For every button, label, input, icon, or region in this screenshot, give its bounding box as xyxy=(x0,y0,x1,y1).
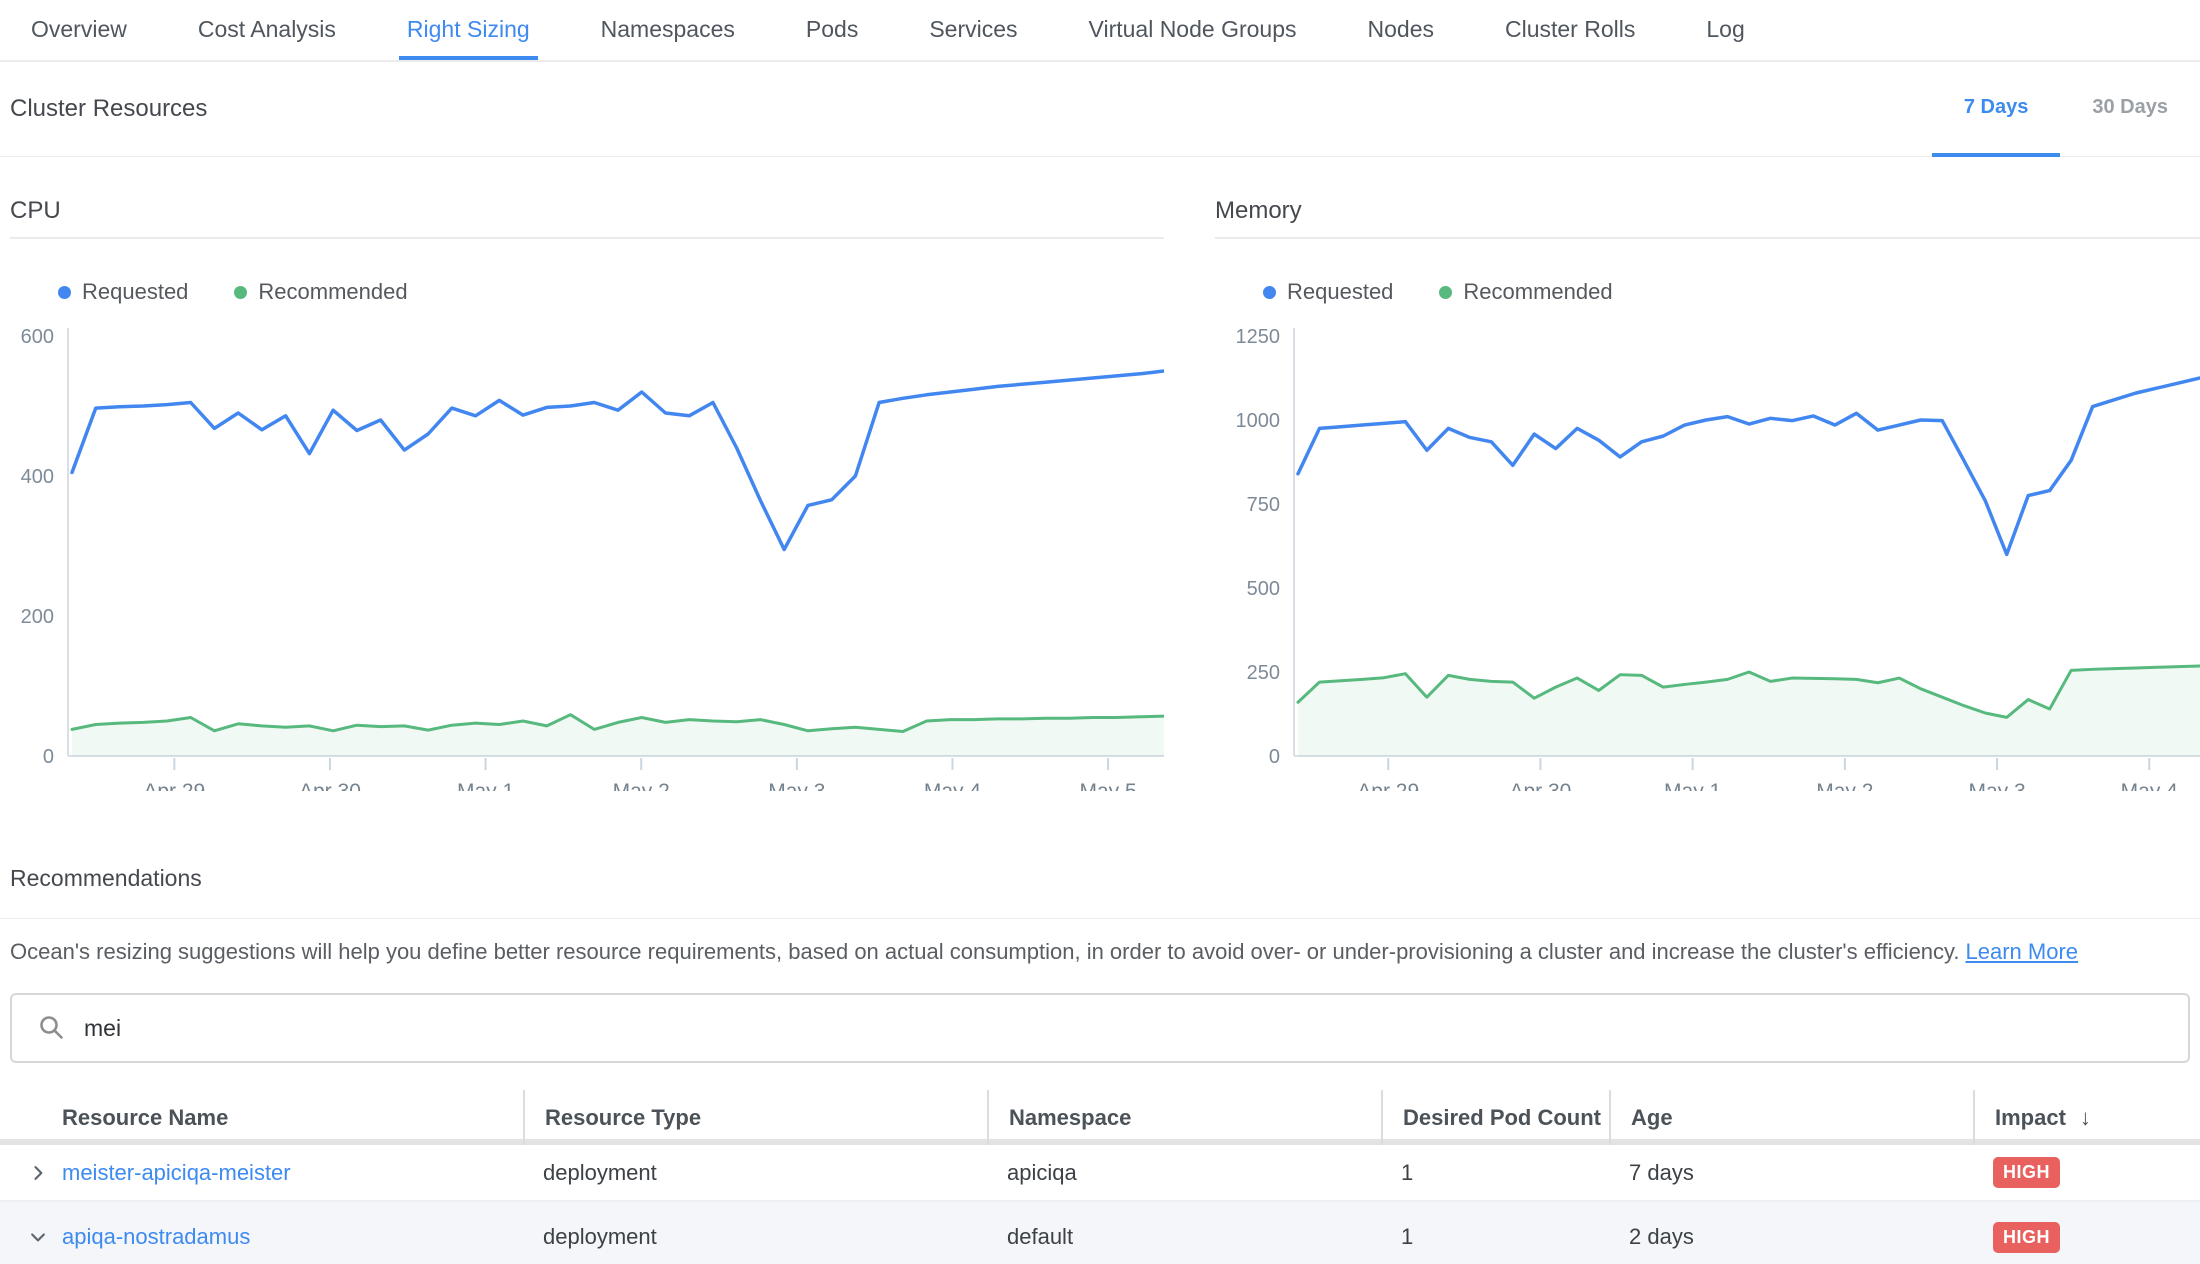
resource-name-cell: meister-apiciqa-meister xyxy=(0,1160,523,1186)
range-tabs: 7 Days30 Days xyxy=(1932,62,2200,157)
impact-cell: HIGH xyxy=(1973,1222,2200,1253)
namespace-cell: apiciqa xyxy=(987,1160,1381,1186)
table-row[interactable]: meister-apiciqa-meister deploymentapiciqa… xyxy=(0,1145,2200,1202)
impact-badge: HIGH xyxy=(1993,1222,2060,1253)
table-row[interactable]: apiqa-nostradamus deploymentdefault12 day… xyxy=(0,1202,2200,1264)
tab-nodes[interactable]: Nodes xyxy=(1360,0,1442,60)
legend-item-recommended: Recommended xyxy=(234,279,407,305)
svg-text:Apr 29: Apr 29 xyxy=(1357,780,1419,791)
range-tab-30-days[interactable]: 30 Days xyxy=(2060,62,2200,157)
resource-name-link[interactable]: apiqa-nostradamus xyxy=(62,1224,250,1250)
col-resource-type: Resource Type xyxy=(523,1090,987,1145)
description-text: Ocean's resizing suggestions will help y… xyxy=(10,939,1960,964)
table-header: Resource Name Resource Type Namespace De… xyxy=(0,1090,2200,1145)
recommendations-table: Resource Name Resource Type Namespace De… xyxy=(0,1090,2200,1264)
legend-label: Recommended xyxy=(258,279,407,305)
svg-text:May 1: May 1 xyxy=(1664,780,1721,791)
svg-text:200: 200 xyxy=(21,606,54,628)
recommended-dot-icon xyxy=(1439,286,1452,299)
requested-dot-icon xyxy=(1263,286,1276,299)
recommended-dot-icon xyxy=(234,286,247,299)
cluster-resources-header: Cluster Resources 7 Days30 Days xyxy=(0,62,2200,157)
legend-item-requested: Requested xyxy=(58,279,188,305)
impact-badge: HIGH xyxy=(1993,1157,2060,1188)
svg-text:May 3: May 3 xyxy=(1968,780,2025,791)
chevron-down-icon[interactable] xyxy=(28,1227,48,1247)
svg-text:500: 500 xyxy=(1247,578,1280,600)
memory-chart-title: Memory xyxy=(1215,197,2200,239)
tab-virtual-node-groups[interactable]: Virtual Node Groups xyxy=(1081,0,1305,60)
svg-text:0: 0 xyxy=(43,746,54,768)
svg-text:May 3: May 3 xyxy=(768,780,825,791)
resource-type-cell: deployment xyxy=(523,1160,987,1186)
svg-text:1000: 1000 xyxy=(1236,410,1281,432)
age-cell: 7 days xyxy=(1609,1160,1973,1186)
search-input[interactable] xyxy=(84,1015,2188,1042)
svg-text:Apr 30: Apr 30 xyxy=(1509,780,1571,791)
legend-label: Requested xyxy=(1287,279,1393,305)
range-tab-7-days[interactable]: 7 Days xyxy=(1932,62,2061,157)
chevron-right-icon[interactable] xyxy=(28,1163,48,1183)
recommendations-title: Recommendations xyxy=(10,865,2200,892)
tab-right-sizing[interactable]: Right Sizing xyxy=(399,0,538,60)
learn-more-link[interactable]: Learn More xyxy=(1966,939,2079,964)
svg-text:600: 600 xyxy=(21,326,54,348)
col-resource-name: Resource Name xyxy=(0,1090,523,1145)
legend-label: Requested xyxy=(82,279,188,305)
col-namespace: Namespace xyxy=(987,1090,1381,1145)
tab-cost-analysis[interactable]: Cost Analysis xyxy=(190,0,344,60)
recommendations-header: Recommendations xyxy=(0,865,2200,919)
charts-row: CPU Requested Recommended 0 200 400 600 Apr … xyxy=(10,197,2200,791)
tab-overview[interactable]: Overview xyxy=(23,0,135,60)
tab-log[interactable]: Log xyxy=(1698,0,1752,60)
svg-text:400: 400 xyxy=(21,466,54,488)
tab-namespaces[interactable]: Namespaces xyxy=(593,0,743,60)
svg-text:Apr 30: Apr 30 xyxy=(299,780,361,791)
legend-item-recommended: Recommended xyxy=(1439,279,1612,305)
tab-cluster-rolls[interactable]: Cluster Rolls xyxy=(1497,0,1643,60)
col-impact: Impact ↓ xyxy=(1973,1090,2200,1145)
desired-pod-count-cell: 1 xyxy=(1381,1160,1609,1186)
cpu-legend: Requested Recommended xyxy=(58,279,1164,305)
namespace-cell: default xyxy=(987,1224,1381,1250)
desired-pod-count-cell: 1 xyxy=(1381,1224,1609,1250)
resource-type-cell: deployment xyxy=(523,1224,987,1250)
svg-text:250: 250 xyxy=(1247,662,1280,684)
search-icon xyxy=(38,1014,66,1042)
svg-text:Apr 29: Apr 29 xyxy=(143,780,205,791)
top-nav: Overview Cost Analysis Right Sizing Namespa… xyxy=(0,0,2200,62)
resource-name-link[interactable]: meister-apiciqa-meister xyxy=(62,1160,291,1186)
age-cell: 2 days xyxy=(1609,1224,1973,1250)
impact-cell: HIGH xyxy=(1973,1157,2200,1188)
svg-text:750: 750 xyxy=(1247,494,1280,516)
svg-text:May 5: May 5 xyxy=(1080,780,1137,791)
memory-panel: Memory Requested Recommended 0 250 500 750 1… xyxy=(1215,197,2200,791)
svg-text:0: 0 xyxy=(1269,746,1280,768)
page-title: Cluster Resources xyxy=(10,95,207,123)
resource-name-cell: apiqa-nostradamus xyxy=(0,1224,523,1250)
memory-legend: Requested Recommended xyxy=(1263,279,2200,305)
svg-text:May 2: May 2 xyxy=(613,780,670,791)
tab-services[interactable]: Services xyxy=(921,0,1025,60)
table-body: meister-apiciqa-meisterdeploymentapiciqa… xyxy=(0,1145,2200,1264)
requested-dot-icon xyxy=(58,286,71,299)
svg-text:May 4: May 4 xyxy=(924,780,982,791)
svg-text:May 4: May 4 xyxy=(2121,780,2179,791)
svg-text:1250: 1250 xyxy=(1236,326,1281,348)
memory-chart: 0 250 500 750 1000 1250 Apr 29 Apr 30 May 1 May 2… xyxy=(1215,321,2200,791)
svg-text:May 2: May 2 xyxy=(1816,780,1873,791)
legend-item-requested: Requested xyxy=(1263,279,1393,305)
cpu-panel: CPU Requested Recommended 0 200 400 600 Apr … xyxy=(10,197,1164,791)
cpu-chart-title: CPU xyxy=(10,197,1164,239)
cpu-chart: 0 200 400 600 Apr 29 Apr 30 May 1 May 2 May 3 May… xyxy=(10,321,1164,791)
col-desired-pod-count: Desired Pod Count xyxy=(1381,1090,1609,1145)
legend-label: Recommended xyxy=(1463,279,1612,305)
col-age: Age xyxy=(1609,1090,1973,1145)
search-box[interactable] xyxy=(10,993,2190,1063)
tab-pods[interactable]: Pods xyxy=(798,0,866,60)
svg-text:May 1: May 1 xyxy=(457,780,514,791)
sort-desc-icon[interactable]: ↓ xyxy=(2080,1105,2091,1131)
recommendations-description: Ocean's resizing suggestions will help y… xyxy=(10,939,2200,965)
